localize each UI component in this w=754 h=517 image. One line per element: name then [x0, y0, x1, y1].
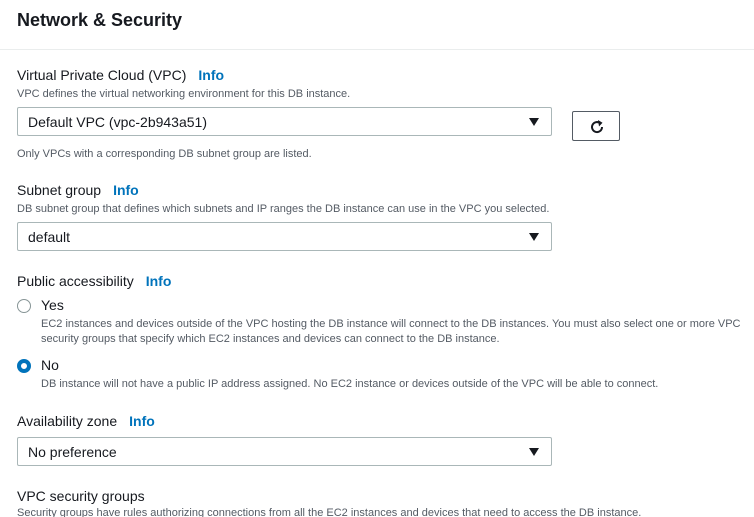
az-label: Availability zone	[17, 413, 118, 429]
security-groups-label: VPC security groups	[17, 488, 145, 504]
subnet-info-link[interactable]: Info	[113, 182, 139, 198]
public-access-label-row: Public accessibility Info	[17, 273, 171, 289]
subnet-description: DB subnet group that defines which subne…	[17, 203, 550, 215]
section-title: Network & Security	[17, 10, 183, 30]
az-select-value: No preference	[28, 444, 117, 460]
section-header: Network & Security	[0, 0, 754, 50]
vpc-label: Virtual Private Cloud (VPC)	[17, 67, 187, 83]
security-groups-description: Security groups have rules authorizing c…	[17, 507, 642, 517]
caret-down-icon	[529, 118, 539, 126]
vpc-label-row: Virtual Private Cloud (VPC) Info	[17, 67, 224, 83]
vpc-hint: Only VPCs with a corresponding DB subnet…	[17, 148, 312, 160]
az-label-row: Availability zone Info	[17, 413, 155, 429]
public-access-yes-description: EC2 instances and devices outside of the…	[41, 318, 741, 345]
vpc-info-link[interactable]: Info	[198, 67, 224, 83]
public-access-no-description: DB instance will not have a public IP ad…	[41, 378, 659, 390]
caret-down-icon	[529, 448, 539, 456]
vpc-refresh-button[interactable]	[572, 111, 620, 141]
subnet-select-value: default	[28, 229, 71, 245]
az-select[interactable]: No preference	[17, 437, 552, 466]
public-access-no-label[interactable]: No	[41, 357, 59, 373]
subnet-label-row: Subnet group Info	[17, 182, 139, 198]
vpc-select-value: Default VPC (vpc-2b943a51)	[28, 114, 207, 130]
caret-down-icon	[529, 233, 539, 241]
public-access-info-link[interactable]: Info	[146, 273, 172, 289]
az-info-link[interactable]: Info	[129, 413, 155, 429]
public-access-yes-label[interactable]: Yes	[41, 297, 64, 313]
public-access-yes-radio[interactable]	[17, 299, 31, 313]
vpc-description: VPC defines the virtual networking envir…	[17, 88, 351, 100]
subnet-select[interactable]: default	[17, 222, 552, 251]
public-access-no-radio[interactable]	[17, 359, 31, 373]
public-access-label: Public accessibility	[17, 273, 134, 289]
subnet-label: Subnet group	[17, 182, 102, 198]
vpc-select[interactable]: Default VPC (vpc-2b943a51)	[17, 107, 552, 136]
refresh-icon	[591, 120, 604, 134]
